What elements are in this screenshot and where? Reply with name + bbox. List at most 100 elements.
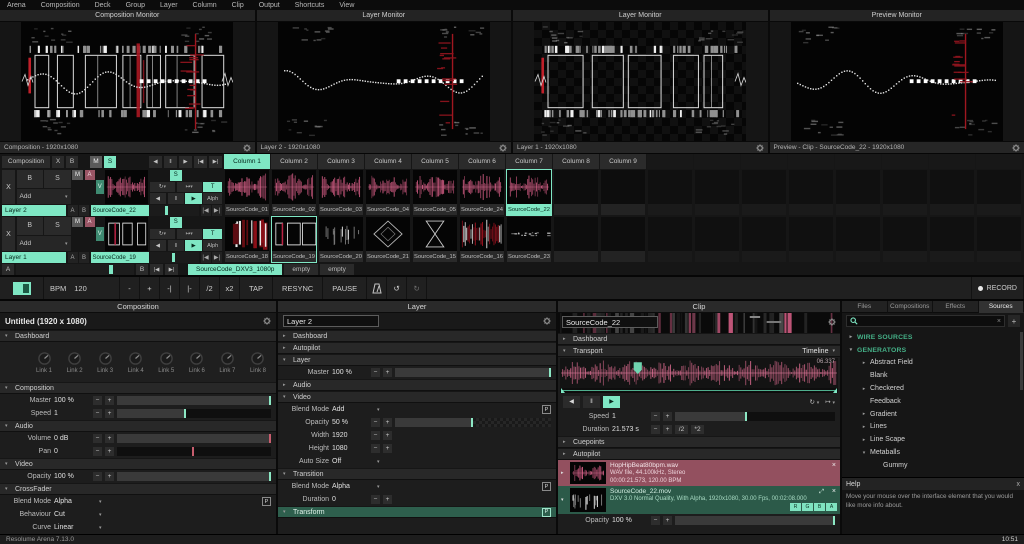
param-slider[interactable] — [675, 516, 835, 525]
clip-slot-empty[interactable] — [929, 216, 975, 263]
bpm-button-pause[interactable]: PAUSE — [323, 277, 367, 299]
layer-blend-dropdown[interactable]: Add▾ — [17, 236, 71, 251]
channel-g-button[interactable]: G — [802, 503, 813, 511]
layer-pause-button[interactable]: ‖ — [168, 193, 184, 204]
layer-clip-progress[interactable] — [150, 252, 199, 263]
clip-slot-empty[interactable] — [976, 169, 1022, 216]
clip-pause-button[interactable]: ‖ — [583, 396, 600, 408]
param-dropdown[interactable]: Cut▾ — [54, 511, 271, 518]
layer-blend-dropdown[interactable]: Add▾ — [17, 189, 71, 204]
deck-skip-end-button[interactable]: ▶| — [165, 264, 178, 275]
clip-slot-empty[interactable] — [929, 169, 975, 216]
metronome-button[interactable] — [367, 277, 387, 299]
param-slider[interactable] — [395, 368, 551, 377]
section-header-crossfader[interactable]: ▾CrossFader — [0, 483, 276, 495]
skip-start-button[interactable]: |◀ — [194, 156, 207, 168]
section-header-video[interactable]: ▾Video — [0, 458, 276, 470]
clip-sourcecode_24[interactable]: SourceCode_24 — [459, 169, 505, 216]
column-header-6[interactable]: Column 6 — [459, 154, 505, 169]
layer-play-button[interactable]: ▶ — [185, 193, 201, 204]
dashboard-knob-link-8[interactable]: Link 8 — [250, 351, 266, 374]
clip-sourcecode_23[interactable]: SourceCode_23 — [506, 216, 552, 263]
param-dropdown[interactable]: Alpha▾ — [332, 483, 539, 490]
scrollbar[interactable] — [1020, 332, 1023, 390]
decrement-button[interactable]: − — [371, 495, 380, 504]
increment-button[interactable]: + — [105, 409, 114, 418]
tab-sources[interactable]: Sources — [979, 301, 1024, 313]
increment-button[interactable]: + — [383, 495, 392, 504]
deck-tab-2[interactable]: empty — [284, 264, 318, 275]
layer-clear-button[interactable]: X — [2, 217, 15, 251]
play-composition-button[interactable]: ▶ — [179, 156, 192, 168]
param-value[interactable]: 0 — [332, 496, 368, 503]
clip-empty[interactable] — [553, 216, 599, 263]
param-slider[interactable] — [117, 434, 271, 443]
increment-button[interactable]: + — [383, 418, 392, 427]
expand-arrows-icon[interactable]: ⤢ — [819, 489, 824, 496]
increment-button[interactable]: + — [383, 368, 392, 377]
layer-audio-button[interactable]: A — [85, 170, 95, 180]
clip-sourcecode_02[interactable]: SourceCode_02 — [271, 169, 317, 216]
layer-bypass-button[interactable]: B — [17, 217, 43, 235]
clip-slot-empty[interactable] — [882, 169, 928, 216]
decrement-button[interactable]: − — [93, 396, 102, 405]
clip-waveform[interactable]: 06.337 — [560, 358, 838, 388]
layer-solo-button[interactable]: S — [44, 217, 70, 235]
clip-loop-mode-button[interactable]: ↻ ▾ — [809, 398, 819, 406]
clip-sourcecode_20[interactable]: SourceCode_20 — [318, 216, 364, 263]
param-dropdown[interactable]: Off▾ — [332, 458, 551, 465]
decrement-button[interactable]: − — [371, 444, 380, 453]
param-2-button[interactable]: *2 — [691, 425, 704, 434]
record-button[interactable]: RECORD — [971, 277, 1024, 299]
column-header-9[interactable]: Column 9 — [600, 154, 646, 169]
pause-composition-button[interactable]: ‖ — [164, 156, 177, 168]
param-slider[interactable] — [117, 409, 271, 418]
increment-button[interactable]: + — [105, 472, 114, 481]
gear-icon[interactable] — [499, 144, 507, 152]
param-value[interactable]: 100 % — [54, 473, 90, 480]
clip-sourcecode_16[interactable]: SourceCode_16 — [459, 216, 505, 263]
bpm-button-[interactable]: - — [120, 277, 140, 299]
section-header-transition[interactable]: ▾Transition — [278, 468, 556, 480]
tree-item-metaballs[interactable]: ▾Metaballs — [842, 446, 1024, 459]
gear-icon[interactable] — [1012, 144, 1020, 152]
param-value[interactable]: 100 % — [612, 517, 648, 524]
layer-clip-progress[interactable] — [150, 205, 199, 216]
layer-s-button[interactable]: S — [170, 170, 182, 181]
close-icon[interactable]: × — [832, 462, 836, 469]
clip-sourcecode_05[interactable]: SourceCode_05 — [412, 169, 458, 216]
gear-icon[interactable] — [756, 144, 764, 152]
dashboard-knob-link-2[interactable]: Link 2 — [67, 351, 83, 374]
increment-button[interactable]: + — [105, 434, 114, 443]
tab-files[interactable]: Files — [842, 301, 888, 313]
clip-file-card-audio[interactable]: ▸HopHipBeat80bpm.wavWAV file, 44.100kHz,… — [558, 460, 840, 486]
param-value[interactable]: 21.573 s — [612, 426, 648, 433]
param-slider[interactable] — [117, 447, 271, 456]
layer-prev-button[interactable]: ◀ — [150, 240, 166, 251]
layer-direction-button[interactable]: ↦ ▾ — [177, 182, 202, 193]
undo-button[interactable]: ↺ — [387, 277, 407, 299]
composition-tab[interactable]: Composition — [2, 156, 50, 168]
layer-name-label[interactable]: Layer 2 — [2, 205, 66, 216]
param-value[interactable]: 1 — [612, 413, 648, 420]
search-input[interactable] — [861, 317, 994, 326]
param-animation-button[interactable]: P — [542, 405, 551, 414]
section-header-transform[interactable]: ▾TransformP — [278, 506, 556, 518]
clip-sourcecode_19[interactable]: SourceCode_19 — [271, 216, 317, 263]
bpm-button-[interactable]: + — [140, 277, 160, 299]
layer-skip-end-button[interactable]: ▶| — [212, 252, 222, 263]
bpm-button-[interactable]: -| — [160, 277, 180, 299]
gear-icon[interactable] — [543, 317, 551, 325]
param-slider[interactable] — [117, 396, 271, 405]
clip-sourcecode_22[interactable]: SourceCode_22 — [506, 169, 552, 216]
menu-item-clip[interactable]: Clip — [232, 2, 244, 9]
clear-search-icon[interactable]: × — [997, 318, 1001, 325]
clip-empty[interactable] — [600, 216, 646, 263]
layer-direction-button[interactable]: ↦ ▾ — [177, 229, 202, 240]
increment-button[interactable]: + — [383, 444, 392, 453]
column-header-8[interactable]: Column 8 — [553, 154, 599, 169]
layer-bypass-button[interactable]: B — [17, 170, 43, 188]
dashboard-knob-link-7[interactable]: Link 7 — [219, 351, 235, 374]
bpm-button-2[interactable]: /2 — [200, 277, 220, 299]
decrement-button[interactable]: − — [93, 447, 102, 456]
